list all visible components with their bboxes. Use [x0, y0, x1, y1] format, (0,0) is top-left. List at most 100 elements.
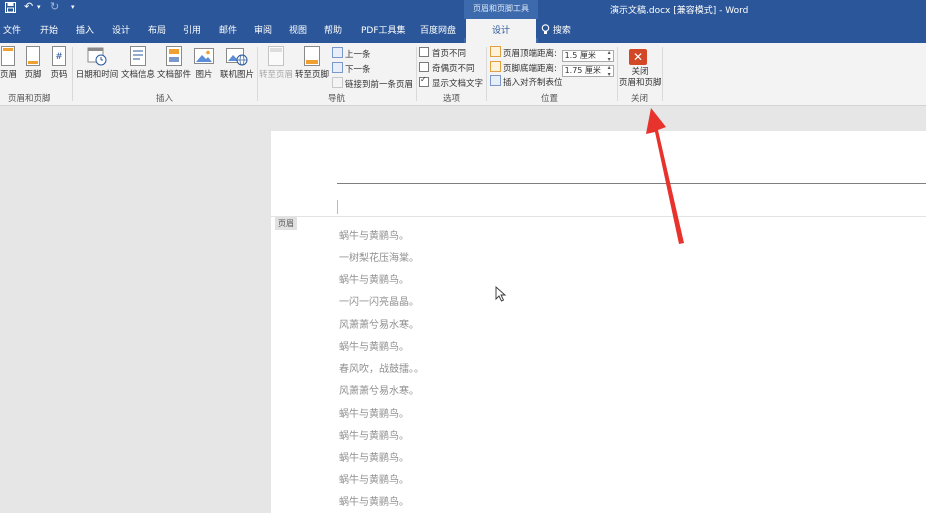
tab-references[interactable]: 引用 — [183, 19, 201, 43]
doc-parts-icon — [166, 46, 182, 66]
doc-line: 蜗牛与黄鹂鸟。 — [339, 275, 409, 286]
date-time-label: 日期和时间 — [75, 70, 119, 80]
doc-line: 蜗牛与黄鹂鸟。 — [339, 431, 409, 442]
close-x-icon[interactable]: ✕ — [629, 49, 647, 65]
date-time-button[interactable]: 日期和时间 — [74, 46, 120, 80]
next-icon — [332, 62, 343, 73]
tab-header-footer-design[interactable]: 设计 — [466, 19, 536, 43]
doc-info-button[interactable]: 文档信息 — [120, 46, 156, 80]
customize-icon[interactable]: ▾ — [71, 3, 75, 11]
footer-button-label: 页脚 — [24, 70, 42, 80]
ribbon: 页眉 页脚 # 页码 页眉和页脚 日期和时间 文档信息 文档部件 图片 联机图片… — [0, 43, 926, 106]
tab-file[interactable]: 文件 — [3, 19, 21, 43]
goto-header-icon — [268, 46, 284, 66]
save-icon[interactable] — [5, 2, 16, 16]
previous-label: 上一条 — [345, 50, 371, 60]
footer-icon — [26, 46, 40, 66]
group-divider — [486, 47, 487, 101]
group-divider — [617, 47, 618, 101]
group-divider — [416, 47, 417, 101]
doc-parts-button[interactable]: 文档部件 — [156, 46, 192, 80]
footer-position-icon — [490, 61, 501, 72]
lightbulb-icon — [541, 24, 550, 34]
doc-line: 蜗牛与黄鹂鸟。 — [339, 497, 409, 508]
header-area-tag: 页眉 — [275, 217, 297, 230]
footer-button[interactable]: 页脚 — [22, 46, 44, 80]
show-document-text-checkbox[interactable]: 显示文档文字 — [419, 75, 483, 89]
calendar-clock-icon — [87, 47, 107, 66]
tab-home[interactable]: 开始 — [40, 19, 58, 43]
header-top-distance: 页眉顶端距离: 1.5 厘米 ▴ ▾ — [490, 46, 614, 63]
search-box[interactable]: 搜索 — [541, 19, 571, 43]
checkbox-box — [419, 62, 429, 72]
header-button-label: 页眉 — [0, 70, 18, 80]
goto-footer-button[interactable]: 转至页脚 — [294, 46, 330, 80]
svg-text:#: # — [55, 52, 63, 62]
header-top-label: 页眉顶端距离: — [503, 49, 557, 59]
group-label-insert: 插入 — [156, 94, 174, 104]
first-page-different-label: 首页不同 — [432, 49, 467, 59]
previous-icon — [332, 47, 343, 58]
spinner-arrows-icon[interactable]: ▴ ▾ — [608, 64, 611, 78]
link-icon — [332, 77, 343, 88]
goto-footer-icon — [304, 46, 320, 66]
doc-line: 蜗牛与黄鹂鸟。 — [339, 342, 409, 353]
undo-dropdown-icon[interactable]: ▾ — [37, 3, 41, 11]
ribbon-tabs: 文件 开始 插入 设计 布局 引用 邮件 审阅 视图 帮助 PDF工具集 百度网… — [0, 19, 926, 62]
close-header-footer-button[interactable]: 关闭 页眉和页脚 — [619, 67, 662, 89]
doc-parts-label: 文档部件 — [156, 70, 191, 80]
doc-line: 风萧萧兮易水寒。 — [339, 320, 419, 331]
next-label: 下一条 — [345, 65, 371, 75]
footer-bottom-input[interactable]: 1.75 厘米 ▴ ▾ — [561, 64, 614, 78]
tab-mailings[interactable]: 邮件 — [219, 19, 237, 43]
doc-line: 春风吹，战鼓擂。。 — [339, 364, 424, 375]
group-label-options: 选项 — [443, 94, 461, 104]
group-label-header-footer: 页眉和页脚 — [8, 94, 51, 104]
group-divider — [662, 47, 663, 101]
insert-align-tab-button[interactable]: 插入对齐制表位 — [490, 75, 563, 88]
tab-pdf-tools[interactable]: PDF工具集 — [361, 19, 406, 43]
page-number-button-label: 页码 — [50, 70, 68, 80]
doc-info-icon — [130, 46, 146, 66]
goto-footer-label: 转至页脚 — [294, 70, 329, 80]
align-tab-icon — [490, 75, 501, 86]
group-label-navigation: 导航 — [328, 94, 346, 104]
doc-line: 蜗牛与黄鹂鸟。 — [339, 453, 409, 464]
doc-info-label: 文档信息 — [120, 70, 155, 80]
tab-layout[interactable]: 布局 — [148, 19, 166, 43]
header-text-cursor — [337, 200, 338, 214]
close-label-line1: 关闭 — [631, 67, 649, 77]
undo-icon[interactable]: ↶ — [24, 0, 33, 13]
tab-review[interactable]: 审阅 — [254, 19, 272, 43]
next-button[interactable]: 下一条 — [332, 62, 371, 75]
redo-icon[interactable]: ↻ — [50, 0, 59, 13]
tab-view[interactable]: 视图 — [289, 19, 307, 43]
page-number-icon: # — [52, 46, 66, 66]
link-to-previous-button[interactable]: 链接到前一条页眉 — [332, 77, 413, 90]
header-separator-line — [337, 183, 926, 184]
goto-header-button[interactable]: 转至页眉 — [258, 46, 294, 80]
picture-icon — [194, 48, 214, 64]
link-to-previous-label: 链接到前一条页眉 — [345, 80, 414, 90]
online-picture-button[interactable]: 联机图片 — [218, 46, 256, 80]
page-number-button[interactable]: # 页码 — [48, 46, 70, 80]
goto-header-label: 转至页眉 — [258, 70, 293, 80]
insert-align-tab-label: 插入对齐制表位 — [503, 78, 563, 88]
group-divider — [72, 47, 73, 101]
tab-baidu-netdisk[interactable]: 百度网盘 — [420, 19, 456, 43]
doc-line: 风萧萧兮易水寒。 — [339, 386, 419, 397]
picture-button[interactable]: 图片 — [193, 46, 215, 80]
tab-design[interactable]: 设计 — [112, 19, 130, 43]
tab-insert[interactable]: 插入 — [76, 19, 94, 43]
header-position-icon — [490, 46, 501, 57]
tab-help[interactable]: 帮助 — [324, 19, 342, 43]
odd-even-different-checkbox[interactable]: 奇偶页不同 — [419, 62, 475, 74]
group-label-close: 关闭 — [631, 94, 649, 104]
doc-line: 一树梨花压海棠。 — [339, 253, 419, 264]
previous-button[interactable]: 上一条 — [332, 47, 371, 60]
footer-bottom-label: 页脚底端距离: — [503, 64, 557, 74]
title-bar: ↶ ▾ ↻ ▾ 页眉和页脚工具 演示文稿.docx [兼容模式] - Word — [0, 0, 926, 19]
first-page-different-checkbox[interactable]: 首页不同 — [419, 47, 466, 59]
mouse-pointer-icon — [495, 286, 507, 302]
header-button[interactable]: 页眉 — [0, 46, 18, 80]
